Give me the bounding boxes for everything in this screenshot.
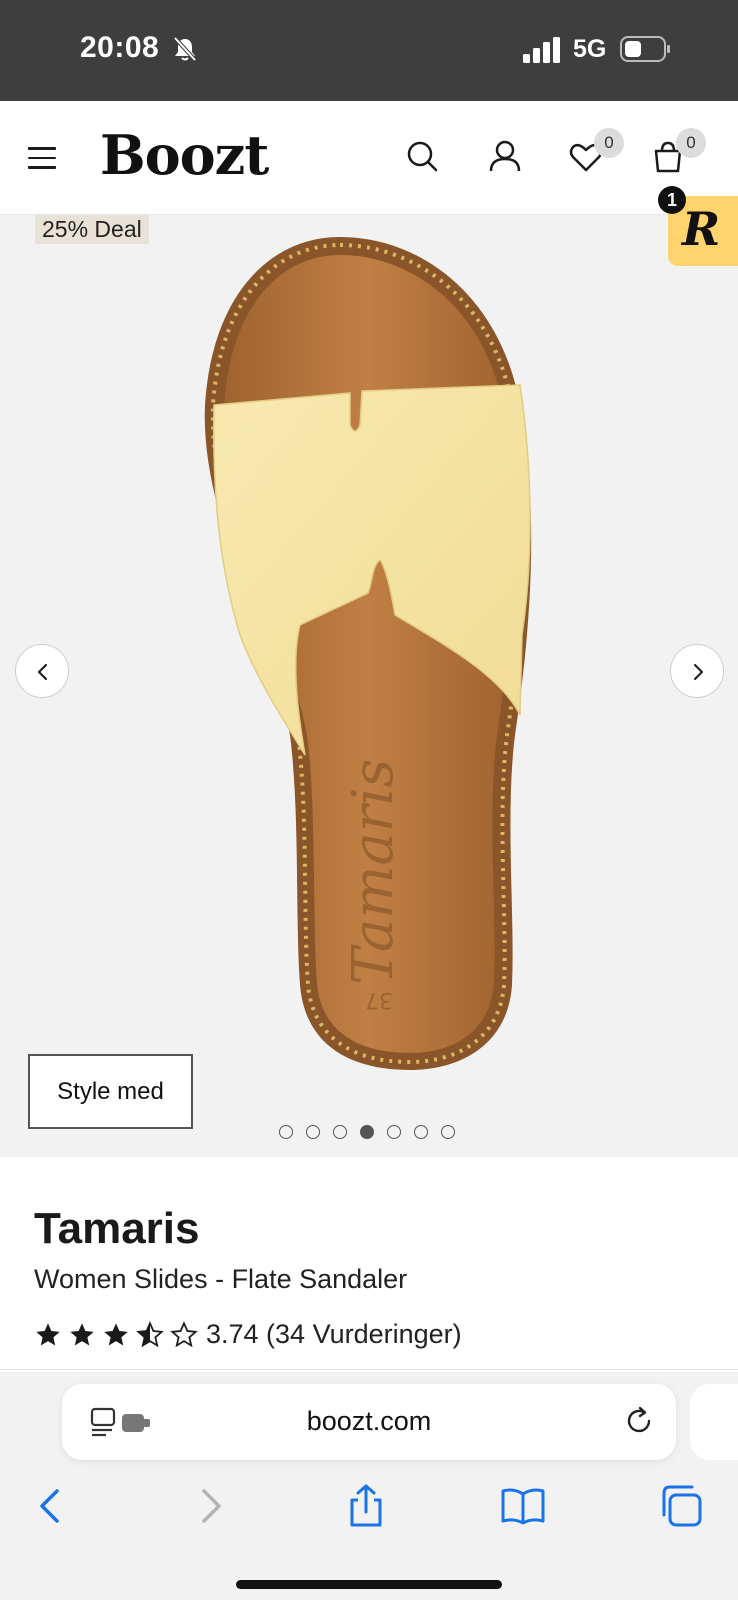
forward-icon[interactable] <box>188 1483 234 1529</box>
reload-icon[interactable] <box>622 1404 656 1438</box>
status-bar: 20:08 5G <box>0 0 738 101</box>
image-pagination <box>279 1125 455 1139</box>
pagination-dot[interactable] <box>279 1125 293 1139</box>
divider <box>0 1369 738 1370</box>
address-bar[interactable]: boozt.com <box>62 1384 676 1460</box>
pagination-dot[interactable] <box>414 1125 428 1139</box>
status-time: 20:08 <box>80 31 160 64</box>
svg-text:Tamaris: Tamaris <box>341 759 406 985</box>
style-with-button[interactable]: Style med <box>28 1054 193 1129</box>
reward-letter: R <box>682 202 721 256</box>
reward-count-badge: 1 <box>658 186 686 214</box>
product-brand[interactable]: Tamaris <box>34 1204 200 1254</box>
star-filled-icon <box>36 1322 60 1345</box>
account-icon[interactable] <box>485 137 525 177</box>
search-icon[interactable] <box>403 137 443 177</box>
browser-toolbar: boozt.com <box>0 1372 738 1600</box>
pagination-dot[interactable] <box>333 1125 347 1139</box>
svg-text:37: 37 <box>365 987 393 1012</box>
pagination-dot[interactable] <box>306 1125 320 1139</box>
bell-slash-icon <box>173 36 197 62</box>
url-text: boozt.com <box>306 1406 432 1436</box>
pagination-dot-active[interactable] <box>360 1125 374 1139</box>
menu-icon[interactable] <box>28 147 56 169</box>
boozt-logo[interactable]: Boozt <box>100 123 269 187</box>
site-header: Boozt 0 0 <box>0 101 738 215</box>
share-icon[interactable] <box>343 1483 389 1529</box>
reward-widget[interactable]: R 1 <box>658 186 738 266</box>
previous-image-button[interactable] <box>15 644 69 698</box>
next-image-button[interactable] <box>670 644 724 698</box>
product-gallery[interactable]: Tamaris 37 25% Deal Style med <box>0 215 738 1157</box>
star-empty-icon <box>170 1320 198 1347</box>
product-rating[interactable]: 3.74 (34 Vurderinger) <box>34 1319 462 1350</box>
product-image: Tamaris 37 <box>204 237 532 1070</box>
back-icon[interactable] <box>27 1483 73 1529</box>
star-half-icon <box>136 1320 164 1347</box>
wishlist-count-badge: 0 <box>594 128 624 158</box>
rating-stars <box>34 1320 198 1349</box>
product-info: Tamaris Women Slides - Flate Sandaler 3.… <box>0 1157 738 1372</box>
pagination-dot[interactable] <box>441 1125 455 1139</box>
next-tab-preview[interactable] <box>690 1384 738 1460</box>
pagination-dot[interactable] <box>387 1125 401 1139</box>
tabs-icon[interactable] <box>658 1483 704 1529</box>
rating-text: 3.74 (34 Vurderinger) <box>206 1319 462 1349</box>
star-filled-icon <box>70 1322 94 1345</box>
signal-icon <box>523 37 560 63</box>
network-type: 5G <box>573 35 607 63</box>
chevron-left-icon <box>37 663 48 681</box>
deal-badge: 25% Deal <box>35 215 149 244</box>
chevron-right-icon <box>693 663 704 681</box>
cart-count-badge: 0 <box>676 128 706 158</box>
bookmarks-icon[interactable] <box>500 1483 546 1529</box>
battery-icon <box>620 36 670 62</box>
home-indicator <box>236 1580 502 1589</box>
product-subtitle: Women Slides - Flate Sandaler <box>34 1264 408 1294</box>
star-filled-icon <box>104 1322 128 1345</box>
